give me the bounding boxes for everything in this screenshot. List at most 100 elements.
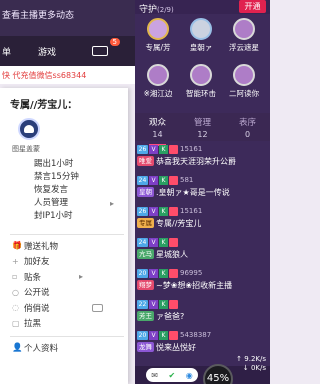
guard-member[interactable]: 二阿读你 <box>224 64 264 99</box>
guard-member[interactable]: 专属/芳 <box>138 18 178 53</box>
menu-item[interactable]: ○ 公开说 <box>12 285 103 301</box>
menu-op[interactable]: 禁言15分钟 <box>34 171 79 184</box>
admin-ops: 踢出1小时 禁言15分钟 恢复发言 人员管理 ▸ 封IP1小时 <box>34 158 114 223</box>
left-tabbar: 单 游戏 5 <box>0 36 135 66</box>
menu-item[interactable]: ▢ 拉黑 <box>12 316 103 332</box>
message-tab[interactable]: 5 <box>88 38 120 58</box>
user-icon: 👤 <box>12 343 23 353</box>
message-text: 悦来丛悦好 <box>156 342 196 352</box>
user-id: 5438387 <box>180 331 212 339</box>
message-text: ァ爸爸? <box>156 311 185 321</box>
flag-icon <box>169 144 178 154</box>
menu-item[interactable]: 🎁 赠送礼物 <box>12 238 103 254</box>
refresh-icon[interactable]: ◉ <box>186 371 193 380</box>
tab-managers-count: 12 <box>197 130 208 139</box>
message-text: ~梦❀想❀招收新主播 <box>156 280 233 290</box>
chat-message[interactable]: 20 V K 96995 翔梦 ~梦❀想❀招收新主播 <box>137 268 269 292</box>
level-badge: 24 <box>137 175 148 185</box>
level-badge: 20 <box>137 268 148 278</box>
menu-item[interactable]: + 加好友 <box>12 254 103 270</box>
fan-title-badge: 皇朝 <box>137 187 154 197</box>
chat-message[interactable]: 20 V K 5438387 龙舞 悦来丛悦好 <box>137 330 269 354</box>
whisper-icon: ◌ <box>12 303 19 313</box>
open-guard-button[interactable]: 开通 <box>239 0 266 13</box>
vip-badge-icon: V <box>149 237 158 247</box>
fan-title-badge: 芳王 <box>137 311 154 321</box>
message-badges: 20 V K 5438387 <box>137 330 269 340</box>
vip-badge-icon: V <box>149 268 158 278</box>
user-id: 581 <box>180 176 194 184</box>
k-badge-icon: K <box>159 330 168 340</box>
message-badges: 24 V K <box>137 237 269 247</box>
guard-header: 守护(2/9) 开通 <box>135 0 270 15</box>
message-badges: 22 V K <box>137 299 269 309</box>
message-badges: 20 V K 96995 <box>137 268 269 278</box>
tab-managers-label: 管理 <box>193 118 211 128</box>
guard-name: ※湘江边 <box>143 89 173 98</box>
menu-item-label: 贴条 <box>24 272 42 283</box>
mail-icon[interactable]: ✉ <box>151 371 158 380</box>
download-speed: ↓ 0K/s <box>242 364 266 372</box>
message-body: 翔梦 ~梦❀想❀招收新主播 <box>137 279 269 291</box>
guard-name: 二阿读你 <box>229 89 259 98</box>
guard-avatar <box>233 64 255 86</box>
floating-toolbar: ✉ ✔ ◉ <box>146 368 198 382</box>
fan-title-badge: 专属 <box>137 218 154 228</box>
menu-item-label: 赠送礼物 <box>24 241 59 252</box>
message-badges: 26 V K 15161 <box>137 144 269 154</box>
fan-title-badge: 唯爱 <box>137 156 154 166</box>
flag-icon <box>169 299 178 309</box>
menu-op[interactable]: 封IP1小时 <box>34 210 79 223</box>
upload-speed: ↑ 9.2K/s <box>236 355 266 363</box>
level-badge: 24 <box>137 237 148 247</box>
profile-item[interactable]: 👤 个人资料 <box>12 342 58 354</box>
submenu-arrow-icon: ▸ <box>110 199 115 208</box>
message-badges: 24 V K 581 <box>137 175 269 185</box>
message-body: 龙舞 悦来丛悦好 <box>137 341 269 353</box>
guard-name: 专属/芳 <box>145 43 171 52</box>
menu-item[interactable]: ▫ 贴条 ▸ <box>12 269 103 285</box>
whisper-checkbox[interactable] <box>91 303 103 312</box>
tab-audience[interactable]: 观众 14 <box>135 116 180 146</box>
chat-icon: ○ <box>12 287 19 297</box>
user-avatar[interactable] <box>18 118 40 140</box>
user-context-menu: 专属//芳宝儿： 图星盖蒙 踢出1小时 禁言15分钟 恢复发言 人员管理 ▸ 封IP1小时… <box>0 88 128 384</box>
tab-games[interactable]: 游戏 <box>38 45 56 58</box>
menu-op[interactable]: 踢出1小时 <box>34 158 79 171</box>
check-icon[interactable]: ✔ <box>169 371 176 380</box>
guard-avatar <box>233 18 255 40</box>
chat-message[interactable]: 24 V K 亢马 星城狼人 <box>137 237 269 261</box>
k-badge-icon: K <box>159 237 168 247</box>
tab-list[interactable]: 单 <box>2 45 11 58</box>
guard-name: 浮云遮星 <box>229 43 259 52</box>
guard-member[interactable]: 浮云遮星 <box>224 18 264 53</box>
k-badge-icon: K <box>159 268 168 278</box>
guard-member[interactable]: 智能环击 <box>181 64 221 99</box>
menu-item[interactable]: ◌ 俏俏说 <box>12 300 103 316</box>
left-header: 查看主播更多动态 <box>0 0 135 36</box>
guard-member[interactable]: ※湘江边 <box>138 64 178 99</box>
guard-avatar <box>147 64 169 86</box>
guard-member[interactable]: 皇朝ァ <box>181 18 221 53</box>
flag-icon <box>169 206 178 216</box>
gift-icon: 🎁 <box>12 241 22 251</box>
tab-order[interactable]: 表序 0 <box>225 116 270 139</box>
room-side-panel: 守护(2/9) 开通 专属/芳 皇朝ァ 浮云遮星 ※湘江边 智能环击 二阿读你 观众 14… <box>135 0 270 384</box>
chat-message[interactable]: 22 V K 芳王 ァ爸爸? <box>137 299 269 323</box>
menu-op[interactable]: 人员管理 ▸ <box>34 197 114 210</box>
tab-managers[interactable]: 管理 12 <box>180 116 225 139</box>
fan-title-badge: 翔梦 <box>137 280 154 290</box>
guard-title: 守护 <box>139 5 158 15</box>
chat-message[interactable]: 24 V K 581 皇朝 .皇朝ァ★哥是一传说 <box>137 175 269 199</box>
chat-message[interactable]: 26 V K 15161 唯爱 恭喜我天涯羽荣升公爵 <box>137 144 269 168</box>
chat-message[interactable]: 26 V K 15161 专属 专属//芳宝儿 <box>137 206 269 230</box>
level-badge: 26 <box>137 206 148 216</box>
level-badge: 20 <box>137 330 148 340</box>
menu-op[interactable]: 恢复发言 <box>34 184 79 197</box>
follow-anchor-link[interactable]: 查看主播更多动态 <box>2 8 74 21</box>
tab-audience-count: 14 <box>152 130 163 139</box>
tab-order-count: 0 <box>244 130 251 139</box>
avatar-caption: 图星盖蒙 <box>12 145 40 153</box>
chat-list: 26 V K 15161 唯爱 恭喜我天涯羽荣升公爵 24 V K 581 皇朝 .皇朝ァ★哥是一传说… <box>135 144 270 366</box>
fan-title-badge: 亢马 <box>137 249 154 259</box>
